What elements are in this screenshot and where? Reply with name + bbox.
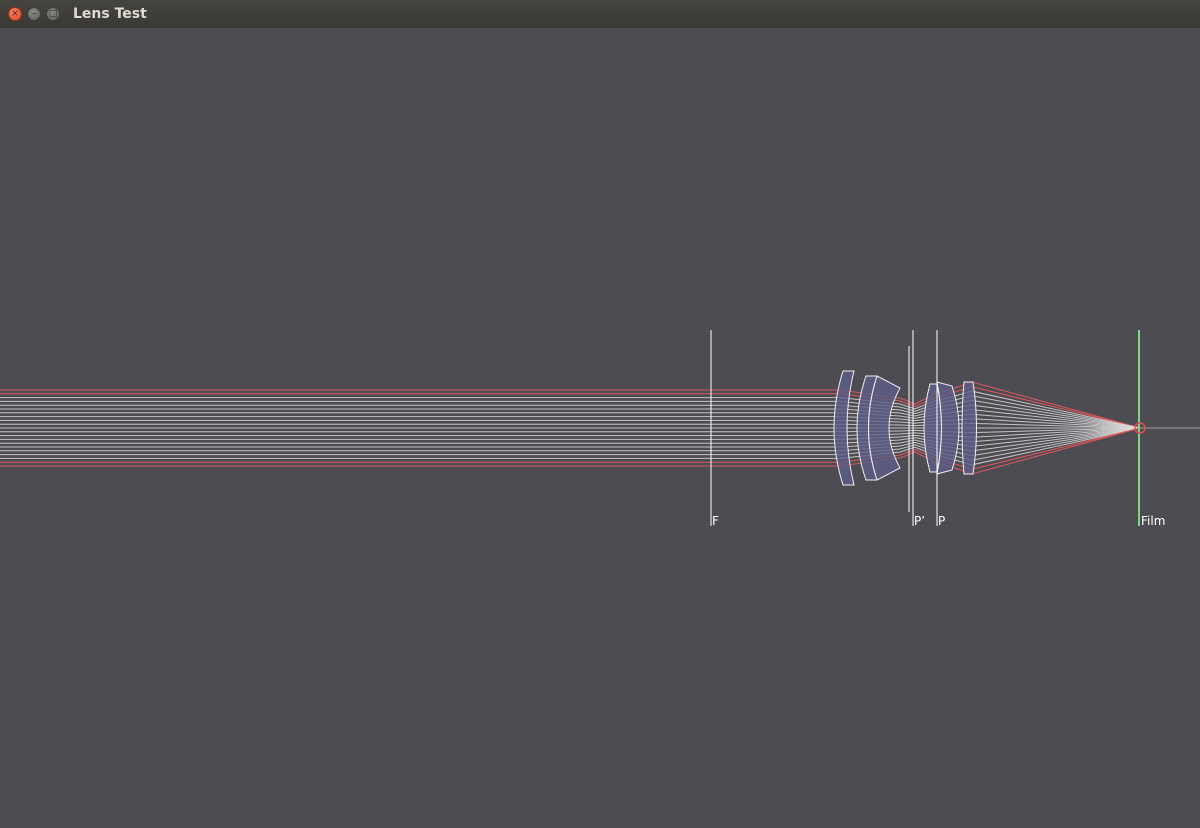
principal-plane-prime-label: P’ [914,514,925,528]
lens-element-4 [923,383,942,473]
lens-canvas[interactable]: F P’ P Film [0,28,1200,828]
minimize-icon: – [31,9,37,19]
window-titlebar: × – □ Lens Test [0,0,1200,29]
window-title: Lens Test [73,6,147,22]
lens-element-6 [961,381,977,475]
close-icon: × [11,9,19,19]
close-window-button[interactable]: × [8,7,22,21]
principal-plane-label: P [938,514,945,528]
focal-plane-label: F [712,514,719,528]
maximize-window-button[interactable]: □ [46,7,60,21]
maximize-icon: □ [48,9,58,19]
film-plane-label: Film [1141,514,1165,528]
lens-diagram: F P’ P Film [0,330,1200,528]
minimize-window-button[interactable]: – [27,7,41,21]
